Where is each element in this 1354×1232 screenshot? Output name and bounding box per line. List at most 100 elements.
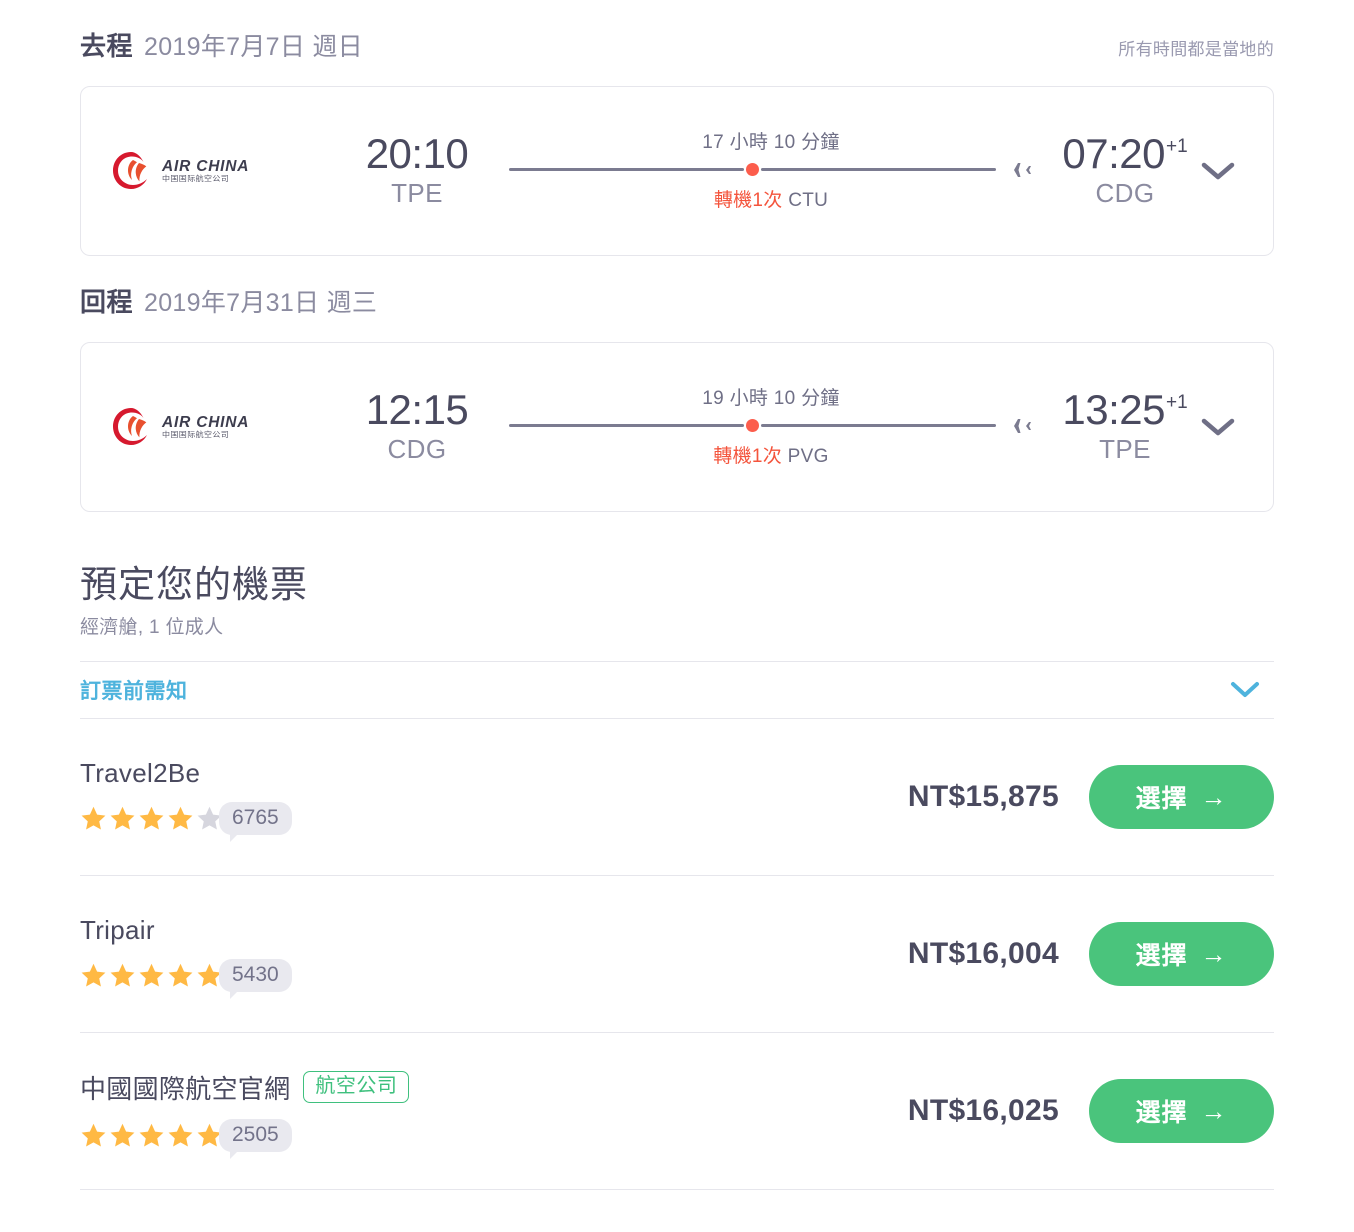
agency-row: Travel2Be 6765 NT$15,875 選擇 →: [80, 719, 1274, 876]
return-leg-label: 回程: [80, 287, 134, 317]
route-bar-second: [761, 168, 996, 171]
outbound-departure-airport: TPE: [391, 177, 443, 208]
star-icon-filled: [139, 806, 164, 830]
outbound-leg-header-left: 去程 2019年7月7日 週日: [80, 26, 363, 63]
outbound-leg-label: 去程: [80, 31, 134, 61]
route-bar-second: [761, 424, 996, 427]
outbound-expand-button[interactable]: [1189, 160, 1247, 182]
outbound-flight-card[interactable]: AIR CHINA 中国国际航空公司 20:10 TPE 17 小時 10 分鐘: [80, 86, 1274, 256]
price: NT$16,025: [907, 1093, 1059, 1127]
star-rating: [80, 962, 223, 989]
select-button-label: 選擇: [1135, 784, 1188, 813]
select-button-label: 選擇: [1135, 941, 1188, 970]
outbound-leg-date: 2019年7月7日 週日: [144, 33, 363, 61]
air-china-wordmark: AIR CHINA 中国国际航空公司: [162, 159, 249, 184]
return-flight-card[interactable]: AIR CHINA 中国国际航空公司 12:15 CDG 19 小時 10 分鐘: [80, 342, 1274, 512]
airline-name-en: AIR CHINA: [162, 413, 250, 431]
star-icon-filled: [81, 1123, 106, 1147]
price: NT$15,875: [907, 779, 1059, 813]
agency-info: 中國國際航空官網 航空公司 2505: [80, 1069, 410, 1160]
outbound-arrival-day-offset: +1: [1165, 136, 1188, 158]
airline-name-zh: 中国国际航空公司: [162, 430, 230, 439]
return-departure: 12:15 CDG: [353, 388, 481, 465]
agency-rating: 2505: [80, 1118, 409, 1160]
pre-booking-notice-toggle[interactable]: 訂票前需知: [80, 660, 1274, 719]
select-button[interactable]: 選擇 →: [1089, 1078, 1274, 1143]
return-arrival-airport: TPE: [1099, 433, 1151, 464]
outbound-airline-logo: AIR CHINA 中国国际航空公司: [109, 149, 299, 193]
star-icon-filled: [168, 1123, 193, 1147]
return-arrival-time: 13:25: [1062, 386, 1165, 434]
return-expand-button[interactable]: [1189, 416, 1247, 438]
return-leg-header: 回程 2019年7月31日 週三: [80, 282, 1274, 324]
star-rating: [80, 1122, 223, 1149]
return-route-line: [509, 417, 1033, 435]
select-button[interactable]: 選擇 →: [1089, 764, 1274, 829]
star-icon-filled: [110, 1123, 135, 1147]
agency-name-row: Tripair: [80, 915, 292, 946]
return-stops-code: PVG: [787, 445, 829, 467]
star-icon-filled: [81, 963, 106, 987]
agency-info: Travel2Be 6765: [80, 757, 292, 843]
outbound-stops: 轉機1次 CTU: [714, 185, 828, 212]
arrow-right-icon: →: [1200, 938, 1228, 969]
star-icon-filled: [168, 806, 193, 830]
outbound-departure-time: 20:10: [365, 130, 469, 178]
return-arrival-day-offset: +1: [1165, 392, 1188, 414]
star-icon-filled: [139, 1123, 164, 1147]
agency-rating: 5430: [80, 958, 292, 1000]
agency-action: NT$15,875 選擇 →: [907, 764, 1274, 829]
outbound-departure-time-row: 20:10: [365, 130, 469, 178]
chevron-down-icon: [1201, 418, 1235, 436]
local-times-note: 所有時間都是當地的: [1118, 40, 1274, 59]
agency-row: Tripair 5430 NT$16,004 選擇 →: [80, 876, 1274, 1033]
return-route-summary: 19 小時 10 分鐘 轉機1次 PVG: [481, 383, 1061, 468]
star-icon-filled: [139, 963, 164, 987]
agency-action: NT$16,004 選擇 →: [908, 921, 1274, 986]
return-duration: 19 小時 10 分鐘: [702, 387, 840, 409]
return-stops: 轉機1次 PVG: [713, 441, 828, 468]
booking-subtitle: 經濟艙, 1 位成人: [80, 616, 224, 638]
star-icon-filled: [110, 963, 135, 987]
outbound-arrival-airport: CDG: [1095, 177, 1155, 208]
agency-action: NT$16,025 選擇 →: [907, 1078, 1274, 1143]
select-button[interactable]: 選擇 →: [1089, 921, 1274, 986]
airline-name-zh: 中国国际航空公司: [162, 174, 230, 183]
flight-results-page: 去程 2019年7月7日 週日 所有時間都是當地的 AIR CHINA 中国国际…: [0, 0, 1354, 1232]
stop-dot: [746, 419, 759, 432]
star-icon-filled: [168, 963, 193, 987]
pre-booking-notice-label: 訂票前需知: [80, 679, 188, 703]
outbound-arrival: 07:20 +1 CDG: [1061, 130, 1189, 209]
arrow-right-icon: →: [1200, 1095, 1228, 1126]
agency-name: Travel2Be: [80, 757, 201, 788]
outbound-route-line: [509, 162, 1033, 177]
outbound-arrival-time: 07:20: [1062, 130, 1165, 178]
return-arrival-time-row: 13:25 +1: [1062, 386, 1188, 434]
outbound-route-summary: 17 小時 10 分鐘 轉機1次 CTU: [481, 127, 1061, 212]
airline-name-en: AIR CHINA: [162, 157, 250, 175]
select-button-label: 選擇: [1135, 1098, 1188, 1127]
return-leg-date: 2019年7月31日 週三: [144, 289, 378, 317]
agency-row: 中國國際航空官網 航空公司 2505 NT$16,025 選擇 →: [80, 1033, 1274, 1190]
return-arrival: 13:25 +1 TPE: [1061, 386, 1189, 465]
return-airline-logo: AIR CHINA 中国国际航空公司: [109, 405, 299, 449]
air-china-wordmark: AIR CHINA 中国国际航空公司: [162, 415, 249, 440]
review-count: 6765: [219, 801, 292, 843]
page-title: 預定您的機票: [80, 564, 308, 605]
agency-info: Tripair 5430: [80, 915, 292, 1000]
air-china-phoenix-icon: [113, 408, 147, 445]
review-count: 5430: [219, 958, 292, 1000]
agency-name-row: 中國國際航空官網 航空公司: [80, 1069, 410, 1106]
air-china-phoenix-icon: [113, 152, 147, 189]
chevron-down-icon: [1201, 162, 1235, 180]
outbound-stops-count: 轉機1次: [713, 189, 783, 211]
agency-name: 中國國際航空官網: [80, 1073, 291, 1104]
notice-chevron-down-icon: [1230, 680, 1274, 699]
return-stops-count: 轉機1次: [713, 445, 783, 467]
outbound-arrival-time-row: 07:20 +1: [1062, 130, 1188, 178]
plane-icon: [1005, 417, 1033, 435]
status-badge: 航空公司: [303, 1071, 410, 1104]
return-leg-header-left: 回程 2019年7月31日 週三: [80, 282, 377, 319]
star-icon-filled: [110, 806, 135, 830]
route-bar-first: [509, 168, 744, 171]
